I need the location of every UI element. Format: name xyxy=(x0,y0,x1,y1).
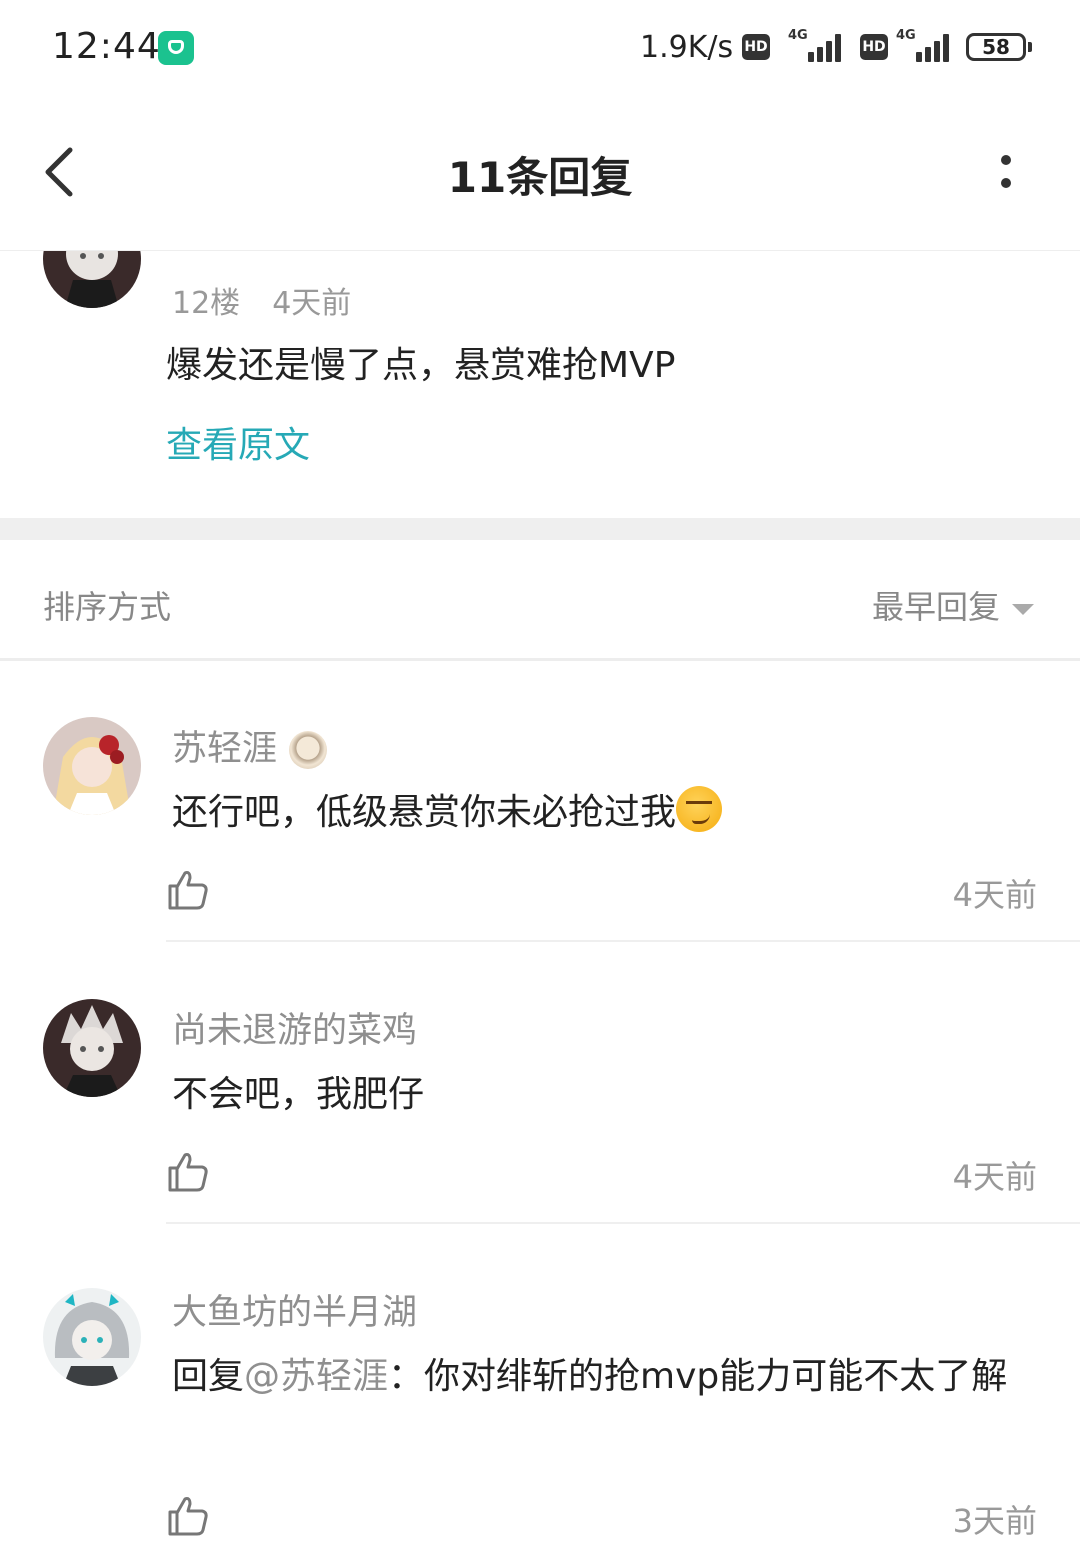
comment-username[interactable]: 苏轻涯 xyxy=(172,720,328,771)
comment-text: 还行吧，低级悬赏你未必抢过我 xyxy=(172,782,1030,844)
view-original-link[interactable]: 查看原文 xyxy=(166,416,310,468)
like-button[interactable] xyxy=(166,1150,210,1194)
original-post: 12楼 4天前 爆发还是慢了点，悬赏难抢MVP 查看原文 xyxy=(0,250,1080,518)
top-nav-bar: 11条回复 xyxy=(0,96,1080,251)
section-separator xyxy=(0,518,1080,540)
signal-icon: 4G xyxy=(788,28,846,64)
comment-time: 3天前 xyxy=(952,1502,1037,1540)
comment-item: 尚未退游的菜鸡 不会吧，我肥仔 4天前 xyxy=(0,942,1080,1224)
post-time: 4天前 xyxy=(272,286,352,321)
post-meta: 12楼 4天前 xyxy=(172,278,351,322)
sort-label: 排序方式 xyxy=(43,588,172,626)
comment-item: 大鱼坊的半月湖 回复@苏轻涯：你对绯斩的抢mvp能力可能不太了解 3天前 xyxy=(0,1224,1080,1555)
mention-link[interactable]: @苏轻涯 xyxy=(244,1356,388,1397)
post-text: 爆发还是慢了点，悬赏难抢MVP xyxy=(166,345,676,386)
comment-text: 不会吧，我肥仔 xyxy=(172,1074,425,1115)
sort-selected-value: 最早回复 xyxy=(871,588,1000,626)
comment-time: 4天前 xyxy=(952,876,1037,914)
thumbs-up-icon xyxy=(168,871,208,910)
avatar[interactable] xyxy=(43,250,141,308)
avatar[interactable] xyxy=(43,999,141,1097)
user-badge-icon xyxy=(289,731,328,769)
sort-dropdown[interactable]: 最早回复 xyxy=(872,582,1034,628)
network-speed: 1.9K/s xyxy=(640,30,734,65)
hd-icon: HD xyxy=(742,34,770,60)
caret-down-icon xyxy=(1012,603,1034,615)
comment-time: 4天前 xyxy=(952,1158,1037,1196)
floor-number: 12楼 xyxy=(172,286,241,321)
like-button[interactable] xyxy=(166,868,210,912)
more-options-button[interactable] xyxy=(984,148,1028,198)
avatar[interactable] xyxy=(43,1288,141,1386)
signal-icon: 4G xyxy=(896,28,954,64)
avatar[interactable] xyxy=(43,717,141,815)
smirk-emoji-icon xyxy=(676,786,723,832)
comment-text: 回复@苏轻涯：你对绯斩的抢mvp能力可能不太了解 xyxy=(172,1356,1008,1397)
battery-icon: 58 xyxy=(966,33,1032,61)
comment-item: 苏轻涯 还行吧，低级悬赏你未必抢过我 4天前 xyxy=(0,660,1080,942)
like-button[interactable] xyxy=(166,1494,210,1538)
comment-username[interactable]: 大鱼坊的半月湖 xyxy=(172,1284,417,1335)
page-title: 11条回复 xyxy=(447,153,633,202)
hd-icon: HD xyxy=(860,34,888,60)
more-vertical-icon xyxy=(1001,155,1011,188)
mi-app-icon xyxy=(158,31,194,65)
comment-username[interactable]: 尚未退游的菜鸡 xyxy=(172,1002,417,1053)
network-type-label: 4G xyxy=(788,28,808,43)
network-type-label: 4G xyxy=(896,28,916,43)
sort-bar: 排序方式 最早回复 xyxy=(0,540,1080,661)
status-bar: 12:44 1.9K/s HD 4G HD 4G 58 xyxy=(0,0,1080,96)
thumbs-up-icon xyxy=(168,1153,208,1192)
status-time: 12:44 xyxy=(52,26,161,67)
thumbs-up-icon xyxy=(168,1497,208,1536)
